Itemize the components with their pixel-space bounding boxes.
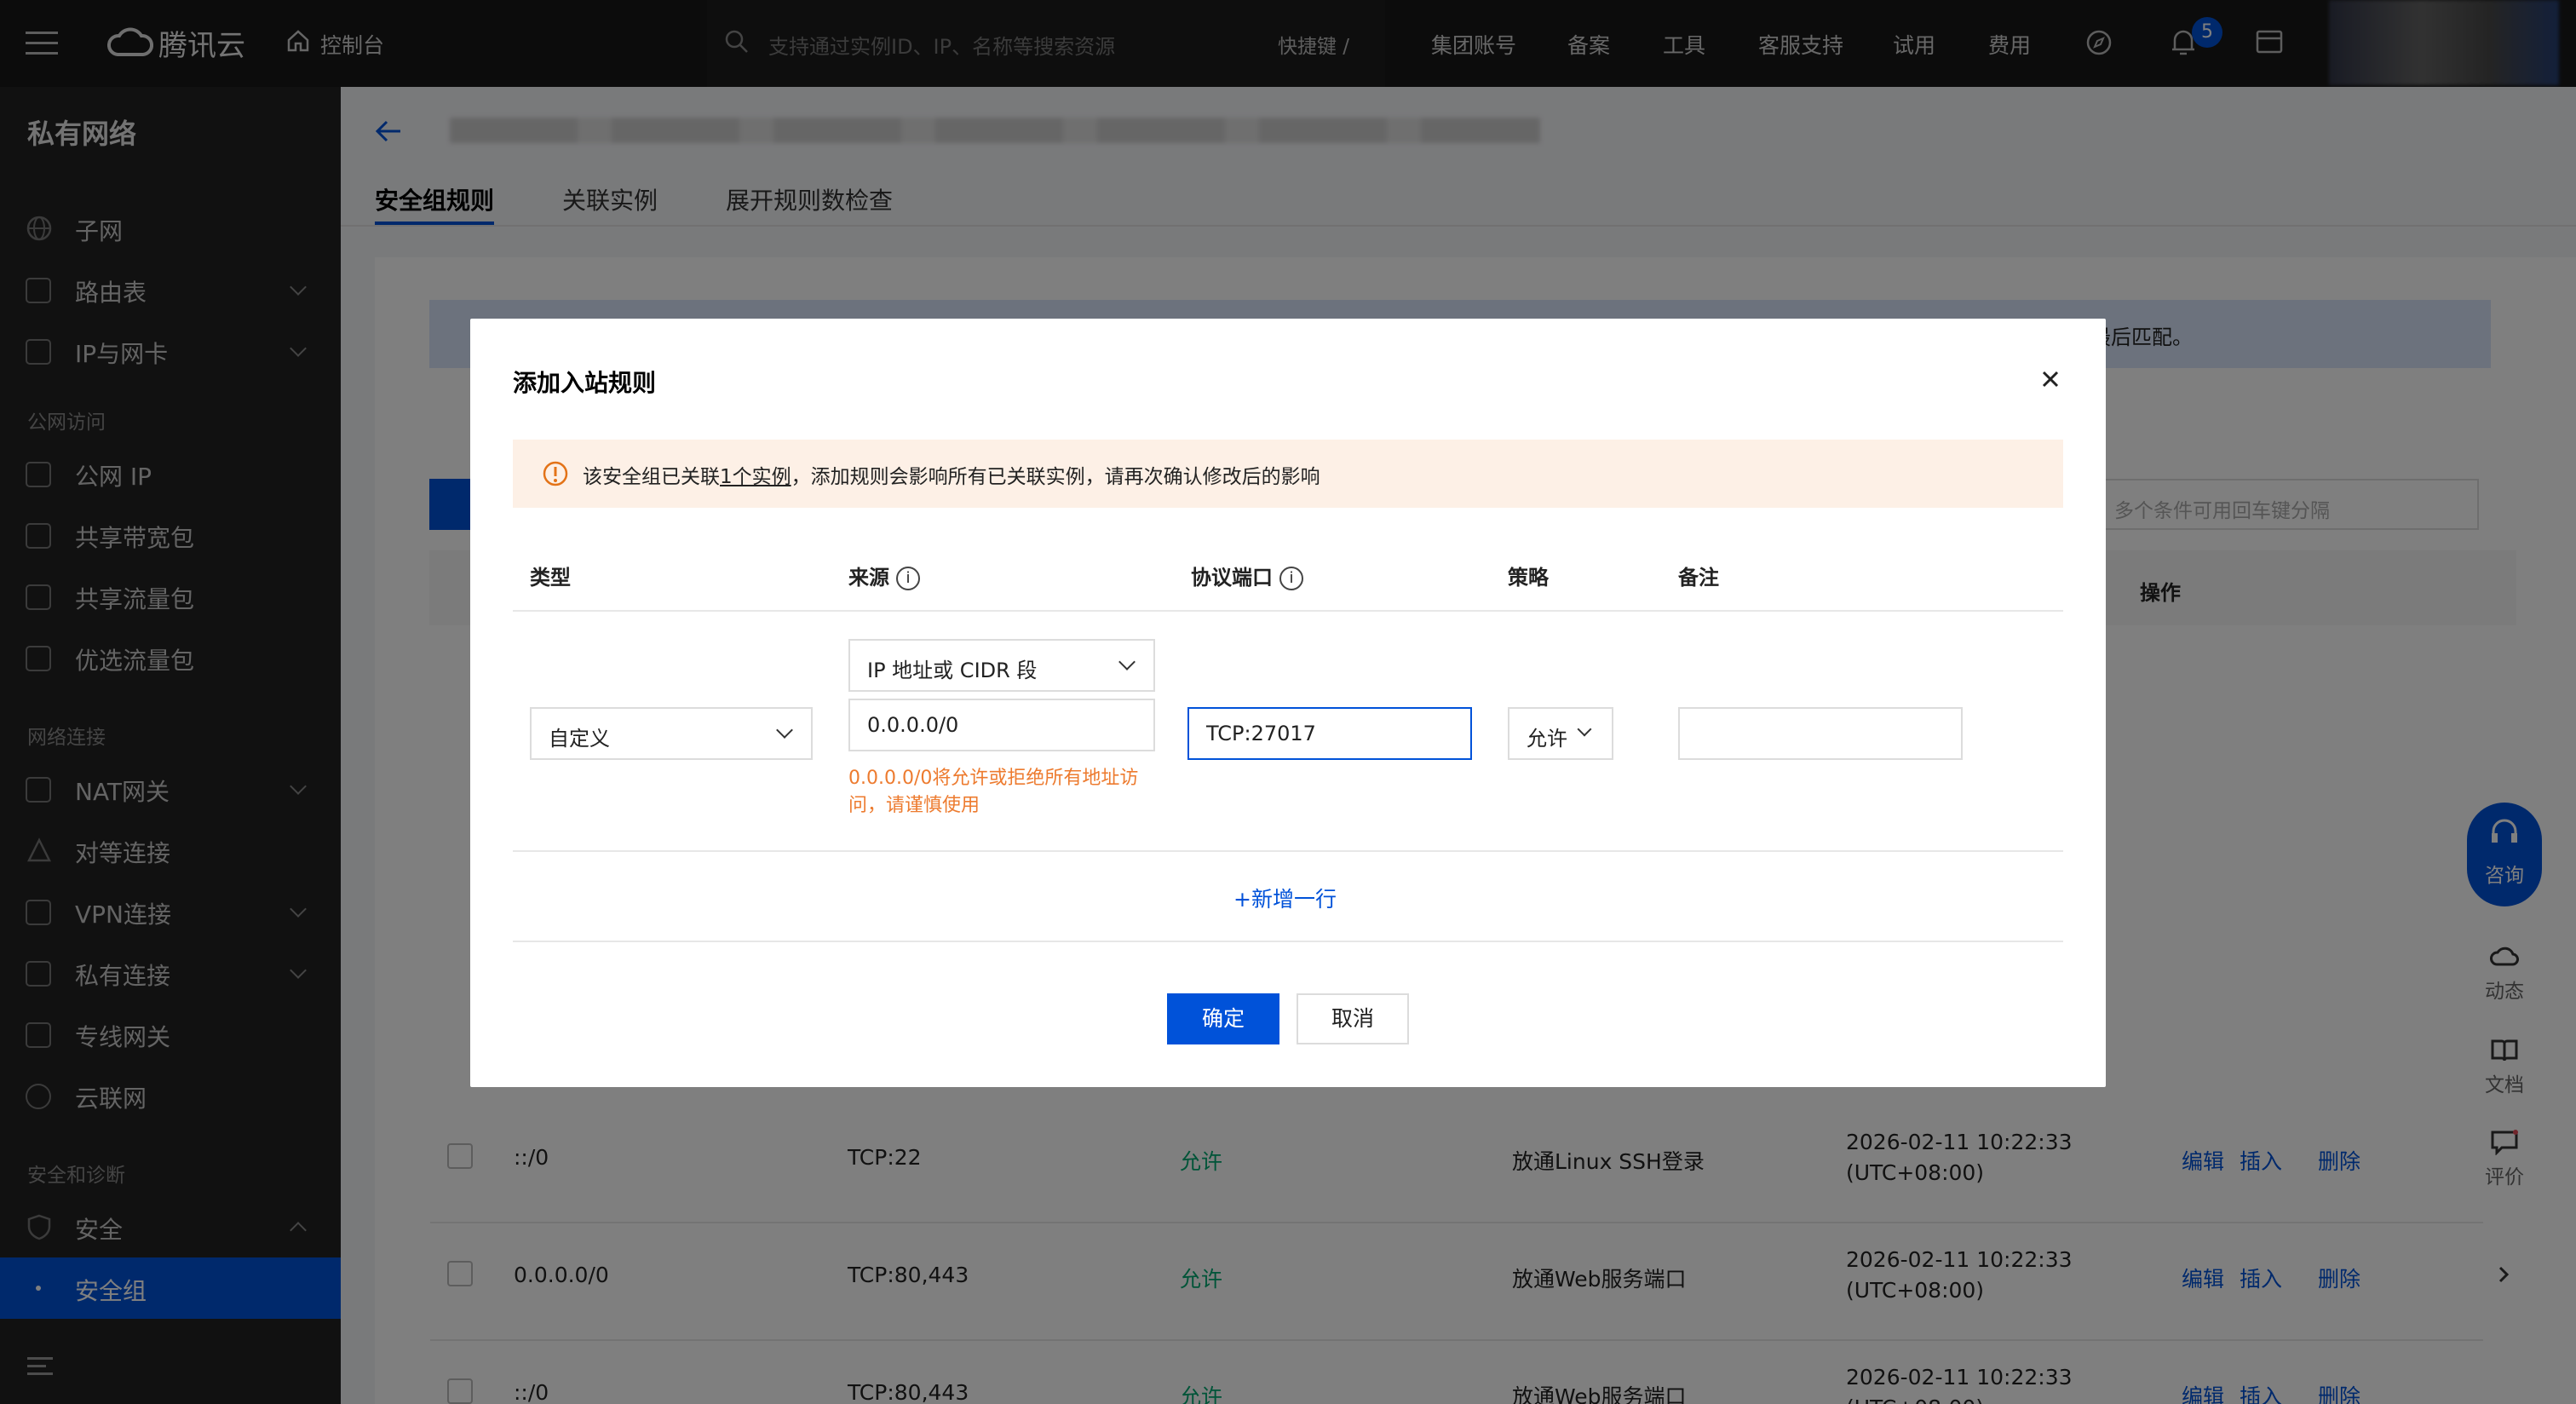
dialog-title: 添加入站规则 <box>513 369 657 397</box>
policy-select[interactable]: 允许 <box>1508 707 1613 760</box>
port-input-value: TCP:27017 <box>1206 722 1316 745</box>
header-port-label: 协议端口 <box>1191 566 1273 590</box>
chevron-down-icon <box>1577 722 1592 737</box>
associated-instances-link[interactable]: 1个实例 <box>720 466 791 488</box>
note-input[interactable] <box>1678 707 1963 760</box>
info-icon[interactable]: i <box>1279 567 1303 590</box>
confirm-button[interactable]: 确定 <box>1167 993 1279 1044</box>
add-row-link[interactable]: +新增一行 <box>1233 883 1337 913</box>
policy-select-value: 允许 <box>1527 727 1567 751</box>
type-select-value: 自定义 <box>549 727 610 751</box>
source-type-select[interactable]: IP 地址或 CIDR 段 <box>848 639 1155 692</box>
chevron-down-icon <box>776 722 793 739</box>
header-divider <box>513 610 2063 612</box>
alert-text-pre: 该安全组已关联 <box>583 466 720 488</box>
type-select[interactable]: 自定义 <box>530 707 813 760</box>
close-icon[interactable] <box>2038 366 2063 392</box>
source-cidr-input[interactable]: 0.0.0.0/0 <box>848 699 1155 751</box>
source-warning-text: 0.0.0.0/0将允许或拒绝所有地址访问，请谨慎使用 <box>848 768 1139 816</box>
alert-text: 该安全组已关联1个实例，添加规则会影响所有已关联实例，请再次确认修改后的影响 <box>583 460 1320 489</box>
header-policy: 策略 <box>1508 566 1549 590</box>
port-input[interactable]: TCP:27017 <box>1187 707 1472 760</box>
footer-divider <box>513 941 2063 942</box>
header-source-label: 来源 <box>848 566 889 590</box>
header-note: 备注 <box>1678 566 1719 590</box>
header-source: 来源 i <box>848 561 920 590</box>
row-divider <box>513 850 2063 852</box>
cancel-button[interactable]: 取消 <box>1297 993 1409 1044</box>
header-port: 协议端口 i <box>1191 561 1303 590</box>
warning-circle-icon <box>543 461 568 486</box>
info-icon[interactable]: i <box>896 567 920 590</box>
header-type: 类型 <box>530 566 571 590</box>
source-type-value: IP 地址或 CIDR 段 <box>867 659 1038 682</box>
warning-alert: 该安全组已关联1个实例，添加规则会影响所有已关联实例，请再次确认修改后的影响 <box>513 440 2063 508</box>
source-cidr-value: 0.0.0.0/0 <box>867 713 959 737</box>
add-inbound-rule-dialog: 添加入站规则 该安全组已关联1个实例，添加规则会影响所有已关联实例，请再次确认修… <box>470 319 2106 1087</box>
chevron-down-icon <box>1118 653 1136 670</box>
alert-text-post: ，添加规则会影响所有已关联实例，请再次确认修改后的影响 <box>791 466 1320 488</box>
